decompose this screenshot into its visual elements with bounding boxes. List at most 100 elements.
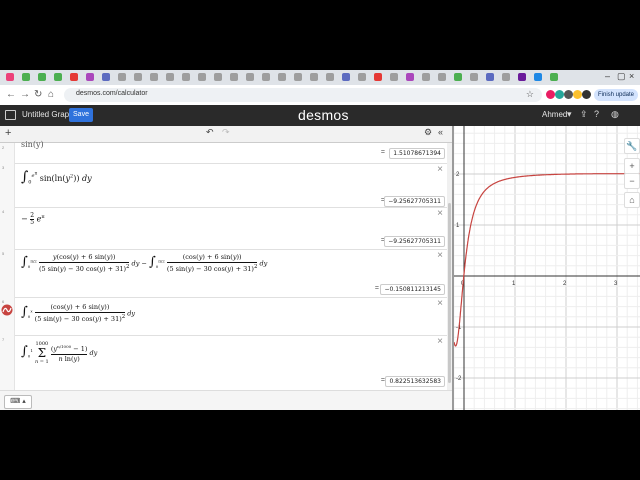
browser-tab[interactable]: [70, 73, 78, 81]
settings-gear-icon[interactable]: ⚙: [424, 127, 432, 138]
language-icon[interactable]: ◍: [611, 109, 619, 120]
browser-tab[interactable]: [326, 73, 334, 81]
home-icon[interactable]: ⌂: [48, 89, 54, 100]
expression-result: −0.150811213145: [380, 284, 445, 295]
home-view-icon[interactable]: ⌂: [624, 192, 640, 208]
extension-icon[interactable]: [555, 90, 564, 99]
extension-icon[interactable]: [573, 90, 582, 99]
browser-tab[interactable]: [22, 73, 30, 81]
expression-math: ∫0x (cos(y) + 6 sin(y)) (5 sin(y) − 30 co…: [21, 303, 136, 324]
expression-math: − 25 eπ: [21, 212, 45, 226]
browser-tab[interactable]: [278, 73, 286, 81]
close-window-icon[interactable]: ×: [629, 71, 634, 81]
chevron-down-icon[interactable]: ▾: [567, 109, 572, 120]
wrench-icon[interactable]: 🔧: [624, 138, 640, 154]
expression-row[interactable]: 3 ∫0eπ sin(ln(y2)) dy × = −9.25627705311: [0, 163, 447, 208]
graph-title[interactable]: Untitled Graph: [22, 110, 74, 119]
browser-tab[interactable]: [310, 73, 318, 81]
browser-tab[interactable]: [214, 73, 222, 81]
expression-math: ∫0eπ sin(ln(y2)) dy: [21, 169, 92, 186]
browser-tab[interactable]: [454, 73, 462, 81]
browser-tab[interactable]: [102, 73, 110, 81]
browser-tab[interactable]: [470, 73, 478, 81]
back-icon[interactable]: ←: [6, 89, 16, 100]
browser-tab[interactable]: [166, 73, 174, 81]
browser-tab[interactable]: [358, 73, 366, 81]
menu-icon[interactable]: [5, 110, 16, 120]
expression-row[interactable]: 7 ∫01 1000 Σn = 1 (yn/1000 − 1) n ln(y) dy…: [0, 335, 447, 391]
share-icon[interactable]: ⇪: [580, 109, 588, 120]
desmos-header: Untitled Graph Save desmos Ahmed ▾ ⇪ ? ◍: [0, 105, 640, 126]
browser-tab[interactable]: [406, 73, 414, 81]
browser-tab[interactable]: [262, 73, 270, 81]
browser-tab[interactable]: [342, 73, 350, 81]
collapse-panel-icon[interactable]: «: [438, 127, 443, 137]
delete-expression-icon[interactable]: ×: [437, 208, 443, 219]
desmos-logo: desmos: [298, 107, 349, 123]
browser-tab[interactable]: [486, 73, 494, 81]
delete-expression-icon[interactable]: ×: [437, 164, 443, 175]
expression-result: 0.822513632583: [385, 376, 445, 387]
save-button[interactable]: Save: [69, 108, 93, 122]
extension-icon[interactable]: [564, 90, 573, 99]
extension-icon[interactable]: [582, 90, 591, 99]
delete-expression-icon[interactable]: ×: [437, 298, 443, 309]
help-icon[interactable]: ?: [594, 109, 599, 119]
user-menu[interactable]: Ahmed: [542, 110, 567, 119]
expression-row[interactable]: 5 ∫0π/2 y(cos(y) + 6 sin(y)) (5 sin(y) − …: [0, 249, 447, 298]
browser-tab[interactable]: [38, 73, 46, 81]
screen: – ▢ × ← → ↻ ⌂ desmos.com/calculator ☆ Fi…: [0, 70, 640, 410]
browser-tab[interactable]: [54, 73, 62, 81]
delete-expression-icon[interactable]: ×: [437, 250, 443, 261]
expression-toolbar: + ↶ ↷ ⚙ «: [0, 126, 452, 143]
browser-tab[interactable]: [182, 73, 190, 81]
expression-math: ∫0π/2 y(cos(y) + 6 sin(y)) (5 sin(y) − 30…: [21, 253, 268, 274]
zoom-in-icon[interactable]: +: [624, 158, 640, 174]
browser-tab[interactable]: [230, 73, 238, 81]
graph-svg[interactable]: 012321-1-2-3: [412, 126, 640, 410]
browser-tab[interactable]: [6, 73, 14, 81]
browser-tab[interactable]: [534, 73, 542, 81]
expression-list: 2 sin(y) = 1.51078671394 3 ∫0eπ sin(ln(y…: [0, 140, 447, 391]
maximize-icon[interactable]: ▢: [617, 71, 626, 82]
add-item-button[interactable]: +: [5, 127, 11, 139]
browser-tab[interactable]: [86, 73, 94, 81]
browser-tab[interactable]: [518, 73, 526, 81]
zoom-out-icon[interactable]: −: [624, 173, 640, 189]
keypad-bar: ⌨ ▴: [0, 390, 452, 410]
browser-toolbar: ← → ↻ ⌂ desmos.com/calculator ☆ Finish u…: [0, 85, 640, 106]
y-tick-label: 2: [456, 172, 460, 178]
expression-row[interactable]: 4 − 25 eπ × = −9.25627705311: [0, 207, 447, 250]
reload-icon[interactable]: ↻: [34, 89, 42, 100]
undo-icon[interactable]: ↶: [206, 127, 214, 138]
address-bar[interactable]: desmos.com/calculator ☆: [64, 88, 542, 102]
expression-math: ∫01 1000 Σn = 1 (yn/1000 − 1) n ln(y) dy: [21, 341, 98, 365]
graph-color-icon[interactable]: [1, 304, 13, 316]
browser-tab[interactable]: [246, 73, 254, 81]
browser-tab[interactable]: [198, 73, 206, 81]
expression-math-partial: sin(y): [21, 140, 44, 149]
bookmark-star-icon[interactable]: ☆: [526, 89, 534, 100]
extension-icon[interactable]: [546, 90, 555, 99]
graph-paper[interactable]: 012321-1-2-3: [412, 126, 640, 410]
keyboard-toggle-button[interactable]: ⌨ ▴: [4, 395, 32, 409]
delete-expression-icon[interactable]: ×: [437, 336, 443, 347]
forward-icon[interactable]: →: [20, 89, 30, 100]
browser-tab[interactable]: [550, 73, 558, 81]
expression-row[interactable]: 2 sin(y) = 1.51078671394: [0, 140, 447, 164]
minimize-icon[interactable]: –: [605, 71, 610, 81]
browser-tab[interactable]: [438, 73, 446, 81]
expression-result: 1.51078671394: [389, 148, 445, 159]
browser-tab[interactable]: [150, 73, 158, 81]
expression-row[interactable]: 6 ∫0x (cos(y) + 6 sin(y)) (5 sin(y) − 30 …: [0, 297, 447, 336]
browser-tab[interactable]: [422, 73, 430, 81]
finish-update-button[interactable]: Finish update: [594, 89, 639, 101]
browser-tab[interactable]: [294, 73, 302, 81]
browser-tab[interactable]: [390, 73, 398, 81]
browser-tab[interactable]: [502, 73, 510, 81]
redo-icon[interactable]: ↷: [222, 127, 230, 138]
browser-tab[interactable]: [374, 73, 382, 81]
browser-tab[interactable]: [134, 73, 142, 81]
browser-tab[interactable]: [118, 73, 126, 81]
expression-result: −9.25627705311: [384, 236, 445, 247]
